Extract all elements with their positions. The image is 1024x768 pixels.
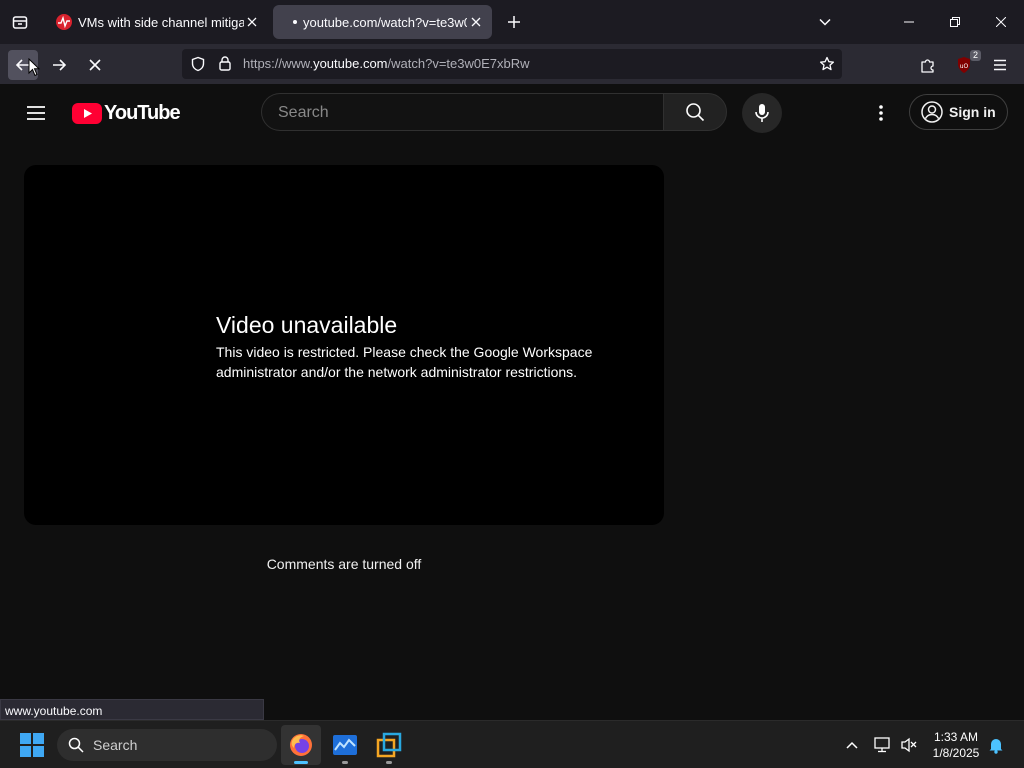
taskbar-monitor-app-button[interactable] bbox=[325, 725, 365, 765]
clock-date: 1/8/2025 bbox=[932, 746, 980, 760]
search-button[interactable] bbox=[663, 93, 727, 131]
tab-loading-dot-icon bbox=[293, 20, 297, 24]
network-status-button[interactable] bbox=[873, 735, 893, 755]
extension-badge: 2 bbox=[969, 50, 981, 61]
url-domain: youtube.com bbox=[313, 56, 388, 71]
bookmark-star-icon[interactable] bbox=[819, 56, 835, 72]
taskbar-search-label: Search bbox=[93, 737, 138, 753]
url-text[interactable]: https://www.youtube.com/watch?v=te3w0E7x… bbox=[243, 56, 530, 71]
youtube-header: YouTube Search Sign in bbox=[0, 84, 1024, 142]
resource-monitor-icon bbox=[333, 735, 357, 755]
volume-status-button[interactable] bbox=[899, 735, 919, 755]
minimize-icon bbox=[904, 21, 914, 23]
tab-title: VMs with side channel mitigati bbox=[78, 14, 244, 30]
restore-button[interactable] bbox=[932, 0, 978, 44]
windows-logo-icon bbox=[20, 733, 44, 757]
comments-status: Comments are turned off bbox=[266, 556, 422, 572]
chevron-down-icon bbox=[819, 18, 831, 26]
youtube-logo-text: YouTube bbox=[104, 101, 181, 124]
mouse-cursor-icon bbox=[28, 58, 40, 77]
chevron-up-icon bbox=[846, 741, 858, 749]
bell-icon bbox=[989, 738, 1003, 754]
plus-icon bbox=[508, 16, 520, 28]
search-icon bbox=[68, 737, 84, 753]
stop-icon bbox=[89, 59, 101, 71]
video-player[interactable]: Video unavailable This video is restrict… bbox=[24, 165, 664, 525]
url-prefix: https://www. bbox=[243, 56, 314, 71]
tracking-protection-shield-icon[interactable] bbox=[190, 56, 206, 72]
tab-close-button[interactable] bbox=[244, 14, 260, 30]
firefox-icon bbox=[290, 734, 312, 756]
taskbar-clock[interactable]: 1:33 AM 1/8/2025 bbox=[920, 729, 992, 761]
youtube-logo[interactable]: YouTube bbox=[72, 101, 181, 124]
hamburger-menu-icon bbox=[27, 106, 45, 120]
account-circle-icon bbox=[921, 101, 943, 123]
tab-youtube-watch[interactable]: youtube.com/watch?v=te3w0E bbox=[273, 5, 492, 39]
taskbar: Search 1:33 AM 1/8/2025 bbox=[0, 720, 1024, 768]
youtube-play-logo-icon bbox=[72, 102, 102, 124]
more-vertical-icon bbox=[879, 105, 883, 121]
close-icon bbox=[471, 17, 481, 27]
navigation-toolbar: https://www.youtube.com/watch?v=te3w0E7x… bbox=[0, 44, 1024, 84]
forward-button[interactable] bbox=[44, 50, 74, 80]
search-placeholder: Search bbox=[278, 104, 329, 121]
minimize-button[interactable] bbox=[886, 0, 932, 44]
sign-in-label: Sign in bbox=[949, 104, 996, 120]
firefox-view-icon bbox=[12, 16, 28, 29]
app-running-indicator bbox=[386, 761, 392, 764]
voice-search-button[interactable] bbox=[742, 93, 782, 133]
network-icon bbox=[874, 737, 890, 753]
site-favicon-icon bbox=[56, 14, 72, 30]
ublock-extension-button[interactable]: uO 2 bbox=[949, 50, 981, 80]
url-path: /watch?v=te3w0E7xbRw bbox=[387, 56, 530, 71]
close-icon bbox=[996, 17, 1006, 27]
tab-vms-side-channel[interactable]: VMs with side channel mitigati bbox=[46, 5, 268, 39]
error-title: Video unavailable bbox=[216, 312, 398, 338]
new-tab-button[interactable] bbox=[500, 8, 528, 36]
taskbar-firefox-button[interactable] bbox=[281, 725, 321, 765]
error-message: This video is restricted. Please check t… bbox=[216, 344, 593, 380]
taskbar-virtualbox-button[interactable] bbox=[369, 725, 409, 765]
tab-close-button[interactable] bbox=[468, 14, 484, 30]
puzzle-icon bbox=[921, 59, 934, 73]
tab-strip: VMs with side channel mitigati youtube.c… bbox=[0, 0, 1024, 44]
url-bar[interactable]: https://www.youtube.com/watch?v=te3w0E7x… bbox=[182, 49, 842, 79]
sign-in-button[interactable]: Sign in bbox=[909, 94, 1008, 130]
speaker-muted-icon bbox=[901, 737, 917, 753]
restore-icon bbox=[950, 17, 960, 27]
list-all-tabs-button[interactable] bbox=[811, 8, 839, 36]
extensions-button[interactable] bbox=[913, 50, 943, 80]
window-close-button[interactable] bbox=[978, 0, 1024, 44]
notifications-button[interactable] bbox=[986, 735, 1006, 755]
firefox-view-button[interactable] bbox=[6, 8, 34, 36]
hamburger-menu-icon bbox=[994, 59, 1006, 71]
app-menu-button[interactable] bbox=[985, 50, 1015, 80]
clock-time: 1:33 AM bbox=[933, 730, 979, 744]
app-running-indicator bbox=[294, 761, 308, 764]
svg-text:uO: uO bbox=[960, 63, 969, 70]
settings-more-button[interactable] bbox=[861, 93, 901, 133]
show-hidden-icons-button[interactable] bbox=[842, 735, 862, 755]
stop-loading-button[interactable] bbox=[80, 50, 110, 80]
search-input[interactable]: Search bbox=[261, 93, 663, 131]
tab-title: youtube.com/watch?v=te3w0E bbox=[303, 14, 467, 30]
virtual-machine-icon bbox=[376, 732, 402, 758]
lock-icon[interactable] bbox=[217, 55, 233, 72]
link-status-bar: www.youtube.com bbox=[0, 699, 264, 720]
arrow-right-icon bbox=[53, 59, 67, 71]
guide-menu-button[interactable] bbox=[16, 93, 56, 133]
taskbar-search-box[interactable]: Search bbox=[57, 729, 277, 761]
start-button[interactable] bbox=[14, 727, 50, 763]
microphone-icon bbox=[755, 104, 769, 122]
app-running-indicator bbox=[342, 761, 348, 764]
search-icon bbox=[686, 103, 705, 122]
close-icon bbox=[247, 17, 257, 27]
